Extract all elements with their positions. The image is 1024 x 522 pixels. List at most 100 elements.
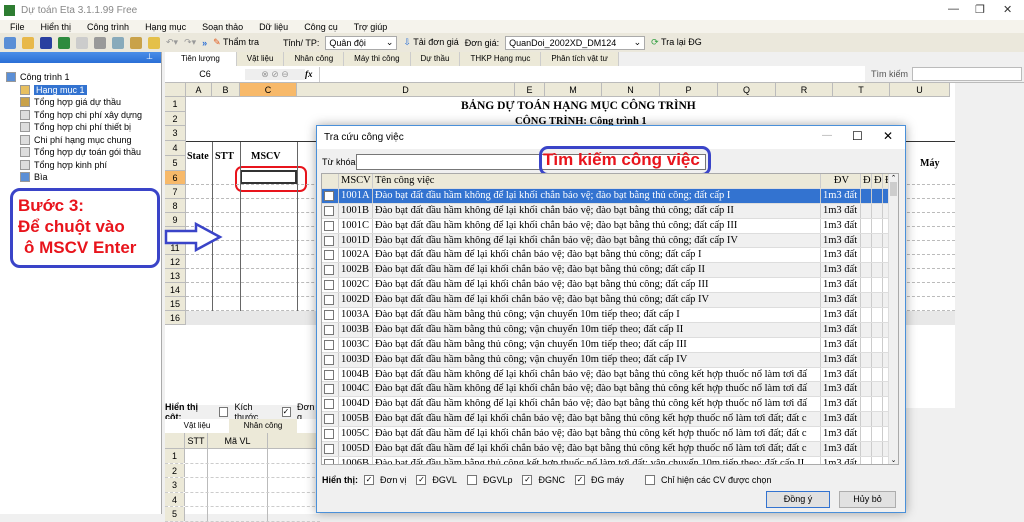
pin-icon[interactable]: ⊥ [0, 52, 161, 63]
menu-item[interactable]: Hiển thị [41, 22, 72, 32]
job-checkbox[interactable] [324, 324, 334, 335]
job-checkbox[interactable] [324, 190, 334, 201]
job-row[interactable]: 1004B Đào bạt đất đầu hầm không để lại kh… [322, 367, 898, 383]
column-header[interactable]: U [890, 83, 950, 97]
job-row[interactable]: 1002B Đào bạt đất đầu hầm để lại khối chắ… [322, 263, 898, 279]
maximize-button[interactable]: ❐ [975, 3, 985, 16]
don-gia-select[interactable]: QuanDoi_2002XD_DM124 ⌄ [505, 35, 646, 50]
menu-item[interactable]: Công cụ [304, 22, 338, 32]
job-checkbox[interactable] [324, 354, 334, 365]
job-row[interactable]: 1005D Đào bạt đất đầu hầm để lại khối chắ… [322, 442, 898, 457]
row-header[interactable]: 14 [165, 282, 186, 297]
row-header[interactable]: 6 [165, 170, 186, 185]
column-header[interactable]: E [515, 83, 545, 97]
tree-item[interactable]: Bìa [6, 171, 161, 184]
row-header[interactable]: 3 [165, 126, 186, 141]
menu-item[interactable]: Hạng mục [145, 22, 186, 32]
scroll-thumb[interactable] [890, 182, 897, 196]
dialog-close-button[interactable]: ✕ [883, 129, 893, 143]
row-header[interactable]: 8 [165, 198, 186, 213]
brush-icon[interactable] [148, 36, 160, 49]
scroll-down-icon[interactable]: ⌄ [889, 456, 898, 464]
job-row[interactable]: 1002C Đào bạt đất đầu hầm để lại khối chắ… [322, 278, 898, 294]
job-row[interactable]: 1001B Đào bạt đất đầu hầm không để lại kh… [322, 203, 898, 219]
job-row[interactable]: 1004C Đào bạt đất đầu hầm không để lại kh… [322, 382, 898, 398]
dgnc-column-header[interactable]: Đ [872, 174, 883, 188]
tree-item[interactable]: Tổng hợp chi phí xây dựng [6, 109, 161, 122]
job-row[interactable]: 1002D Đào bạt đất đầu hầm để lại khối chắ… [322, 293, 898, 309]
run-icon[interactable]: » [202, 38, 207, 48]
job-row[interactable]: 1002A Đào bạt đất đầu hầm để lại khối chắ… [322, 248, 898, 264]
menu-item[interactable]: Công trình [87, 22, 129, 32]
job-row[interactable]: 1003A Đào bạt đất đầu hầm bằng thủ công; … [322, 308, 898, 323]
save-icon[interactable] [40, 36, 52, 49]
job-checkbox[interactable] [324, 429, 334, 440]
job-row[interactable]: 1003B Đào bạt đất đầu hầm bằng thủ công; … [322, 322, 898, 338]
mscv-column-header[interactable]: MSCV [339, 174, 373, 188]
row-header[interactable]: 4 [165, 140, 186, 156]
row-header[interactable]: 15 [165, 296, 186, 311]
tai-don-gia-button[interactable]: ⇩ Tải đơn giá [403, 37, 458, 48]
don-gia-checkbox[interactable]: ✓ [281, 407, 291, 417]
bottom-tab[interactable]: Nhân công [229, 419, 297, 433]
dgvl-column-header[interactable]: Đ [861, 174, 872, 188]
display-option-checkbox[interactable]: ✓ [416, 475, 427, 485]
job-checkbox[interactable] [324, 280, 334, 291]
display-option-checkbox[interactable]: ✓ [364, 475, 374, 485]
paste-icon[interactable] [130, 36, 142, 49]
search-input[interactable] [912, 67, 1022, 81]
undo-icon[interactable]: ↶▾ [166, 37, 178, 48]
job-row[interactable]: 1001D Đào bạt đất đầu hầm không để lại kh… [322, 233, 898, 249]
row-header[interactable]: 2 [165, 111, 186, 126]
job-row[interactable]: 1005C Đào bạt đất đầu hầm để lại khối chắ… [322, 427, 898, 443]
display-option-checkbox[interactable]: ✓ [574, 475, 585, 485]
menu-item[interactable]: Soạn thảo [202, 22, 243, 32]
column-header[interactable]: M [545, 83, 602, 97]
job-checkbox[interactable] [324, 220, 334, 231]
tree-item[interactable]: Tổng hợp kinh phí [6, 159, 161, 172]
tree-item[interactable]: Tổng hợp dự toán gói thầu [6, 146, 161, 159]
open-icon[interactable] [22, 36, 34, 49]
column-header[interactable]: R [776, 83, 833, 97]
cell-reference[interactable]: C6 [165, 69, 245, 79]
job-row[interactable]: 1003C Đào bạt đất đầu hầm bằng thủ công; … [322, 337, 898, 353]
tree-item[interactable]: Chi phí hạng mục chung [6, 134, 161, 147]
scroll-up-icon[interactable]: ⌃ [889, 174, 898, 182]
job-checkbox[interactable] [324, 369, 334, 380]
job-row[interactable]: 1003D Đào bạt đất đầu hầm bằng thủ công; … [322, 352, 898, 368]
job-checkbox[interactable] [324, 250, 334, 261]
display-option-checkbox[interactable]: ✓ [522, 475, 533, 485]
tab[interactable]: Phân tích vật tư [541, 52, 619, 66]
job-checkbox[interactable] [324, 265, 334, 276]
job-row[interactable]: 1006B Đào bạt đất đầu hầm bằng thủ công k… [322, 456, 898, 464]
tree-item[interactable]: Công trình 1 [6, 71, 161, 84]
job-checkbox[interactable] [324, 339, 334, 350]
tab[interactable]: Máy thi công [344, 52, 411, 66]
ten-cong-viec-column-header[interactable]: Tên công việc [373, 174, 821, 188]
tree-item[interactable]: Tổng hợp chi phí thiết bị [6, 121, 161, 134]
cancel-confirm-icons[interactable]: ⊗ ⊘ ⊖ [245, 68, 305, 80]
column-header[interactable]: A [186, 83, 212, 97]
row-header[interactable]: 13 [165, 268, 186, 283]
only-selected-checkbox[interactable] [644, 475, 655, 485]
tree-item[interactable]: Hạng mục 1 [6, 84, 161, 97]
job-row[interactable]: 1004D Đào bạt đất đầu hầm không để lại kh… [322, 397, 898, 413]
minimize-button[interactable]: — [948, 3, 959, 15]
tinh-select[interactable]: Quân đội ⌄ [325, 35, 398, 50]
column-header[interactable]: P [660, 83, 718, 97]
copy-icon[interactable] [112, 36, 124, 49]
job-row[interactable]: 1005B Đào bạt đất đầu hầm để lại khối chắ… [322, 412, 898, 428]
job-checkbox[interactable] [324, 205, 334, 216]
column-header[interactable]: B [212, 83, 240, 97]
job-checkbox[interactable] [324, 399, 334, 410]
tab[interactable]: Vật liệu [236, 52, 285, 66]
tree-item[interactable]: Tổng hợp giá dự thầu [6, 96, 161, 109]
job-checkbox[interactable] [324, 384, 334, 395]
row-header[interactable]: 12 [165, 254, 186, 269]
huy-bo-button[interactable]: Hủy bỏ [839, 491, 896, 508]
column-header[interactable]: N [602, 83, 660, 97]
menu-item[interactable]: Trợ giúp [354, 22, 388, 32]
preview-icon[interactable] [76, 36, 88, 49]
tham-tra-button[interactable]: ✎ Thẩm tra [213, 37, 259, 48]
excel-icon[interactable] [58, 36, 70, 49]
